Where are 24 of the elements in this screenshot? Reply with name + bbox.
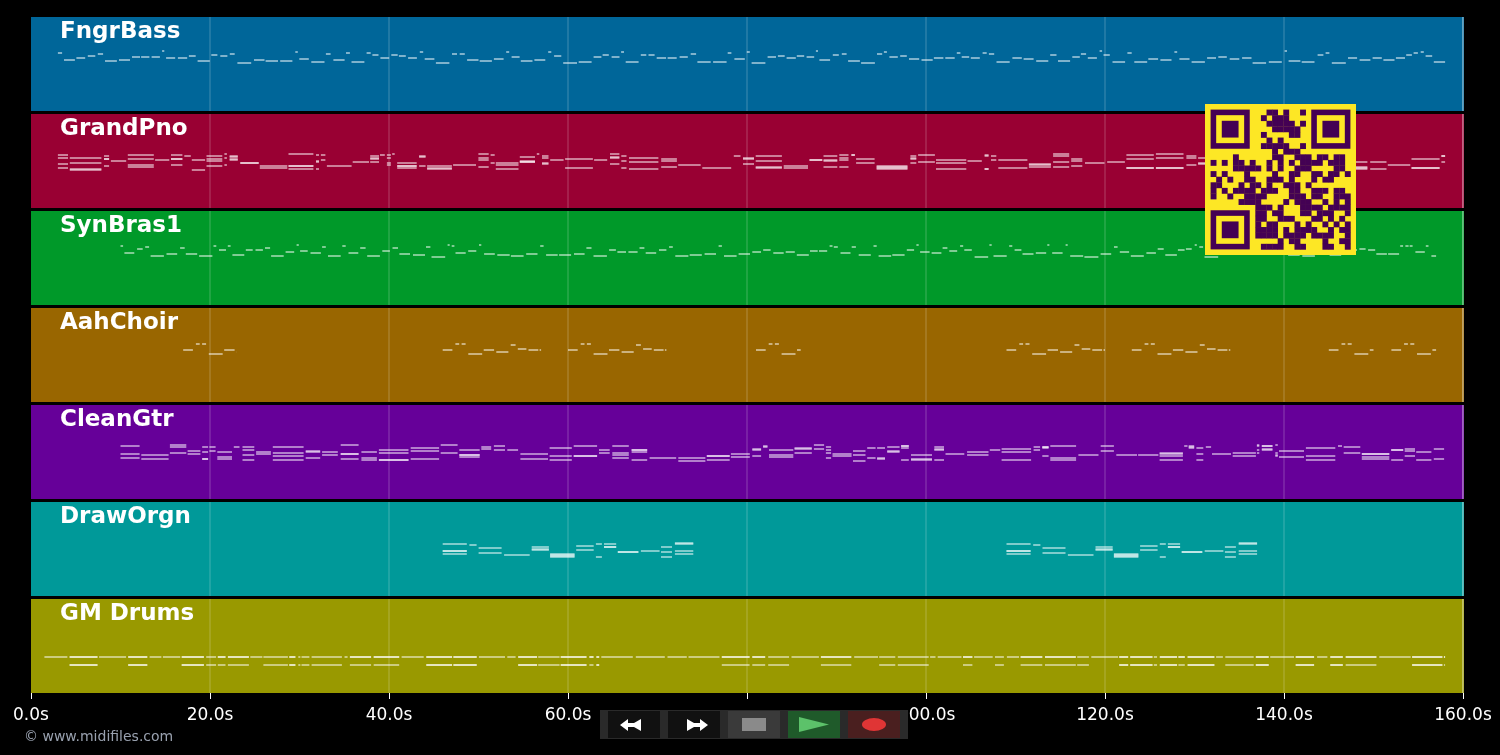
track-name: GrandPno: [60, 116, 188, 139]
track-name: SynBras1: [60, 213, 183, 236]
play-button[interactable]: [788, 711, 840, 738]
play-icon: [799, 717, 829, 732]
time-tick-label: 0.0s: [13, 703, 49, 726]
copyright-text: © www.midifiles.com: [24, 727, 174, 746]
stop-button[interactable]: [728, 711, 780, 738]
track-name: DrawOrgn: [60, 504, 191, 527]
time-tick-label: 40.0s: [365, 703, 413, 726]
time-tick-label: 60.0s: [544, 703, 592, 726]
track-name: GM Drums: [60, 601, 195, 624]
stop-icon: [742, 718, 766, 731]
track-name: CleanGtr: [60, 407, 174, 430]
record-icon: [862, 718, 886, 731]
track-name: FngrBass: [60, 19, 181, 42]
time-tick-label: 120.0s: [1076, 703, 1134, 726]
track-name: AahChoir: [60, 310, 178, 333]
time-tick-label: 160.0s: [1434, 703, 1492, 726]
time-tick-label: 140.0s: [1255, 703, 1313, 726]
record-button[interactable]: [848, 711, 900, 738]
time-tick-label: 20.0s: [186, 703, 234, 726]
fast-forward-button[interactable]: [668, 711, 720, 738]
time-tick-label: 00.0s: [908, 703, 956, 726]
rewind-button[interactable]: [608, 711, 660, 738]
